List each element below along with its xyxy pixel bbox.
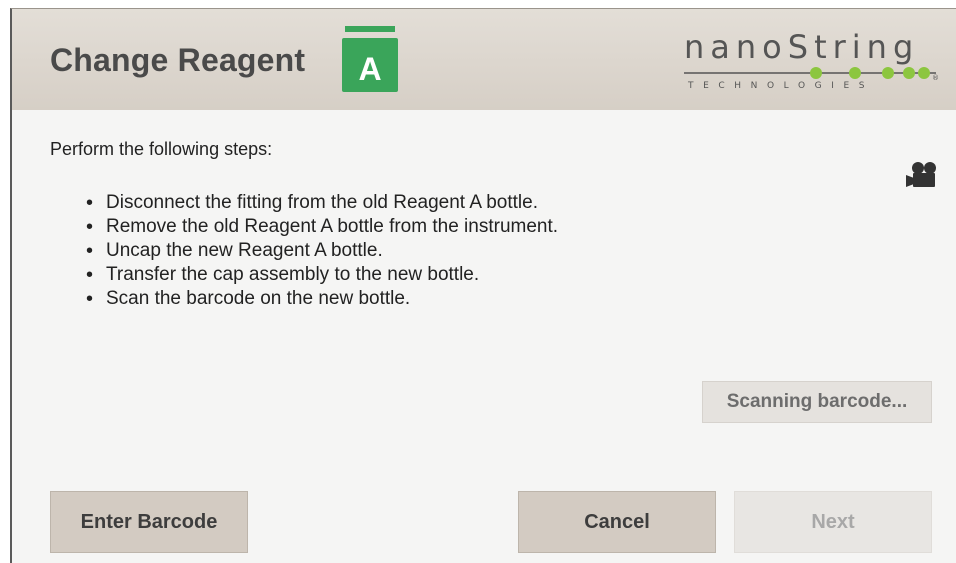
change-reagent-dialog: Change Reagent A nanoString ® TECHNOLOGI…: [10, 8, 956, 563]
list-item: Remove the old Reagent A bottle from the…: [82, 215, 602, 239]
list-item: Disconnect the fitting from the old Reag…: [82, 191, 602, 215]
nanostring-logo: nanoString ® TECHNOLOGIES: [684, 29, 942, 97]
instructions-intro: Perform the following steps:: [50, 139, 273, 159]
dialog-title: Change Reagent: [50, 42, 306, 78]
logo-dots-line: ®: [684, 67, 939, 81]
next-button[interactable]: Next: [734, 491, 932, 553]
reagent-bottle-icon: A: [342, 26, 398, 92]
logo-wordmark: nanoString: [684, 28, 920, 66]
logo-trademark: ®: [932, 74, 939, 81]
enter-barcode-button[interactable]: Enter Barcode: [50, 491, 248, 553]
scanning-barcode-status: Scanning barcode...: [702, 381, 932, 423]
cancel-button[interactable]: Cancel: [518, 491, 716, 553]
list-item: Scan the barcode on the new bottle.: [82, 287, 602, 311]
list-item: Transfer the cap assembly to the new bot…: [82, 263, 602, 287]
dialog-header: Change Reagent A nanoString ® TECHNOLOGI…: [12, 9, 956, 110]
list-item: Uncap the new Reagent A bottle.: [82, 239, 602, 263]
logo-subtitle: TECHNOLOGIES: [688, 81, 875, 91]
steps-list: Disconnect the fitting from the old Reag…: [82, 191, 602, 311]
reagent-letter: A: [358, 51, 381, 87]
video-camera-icon[interactable]: [906, 161, 940, 189]
